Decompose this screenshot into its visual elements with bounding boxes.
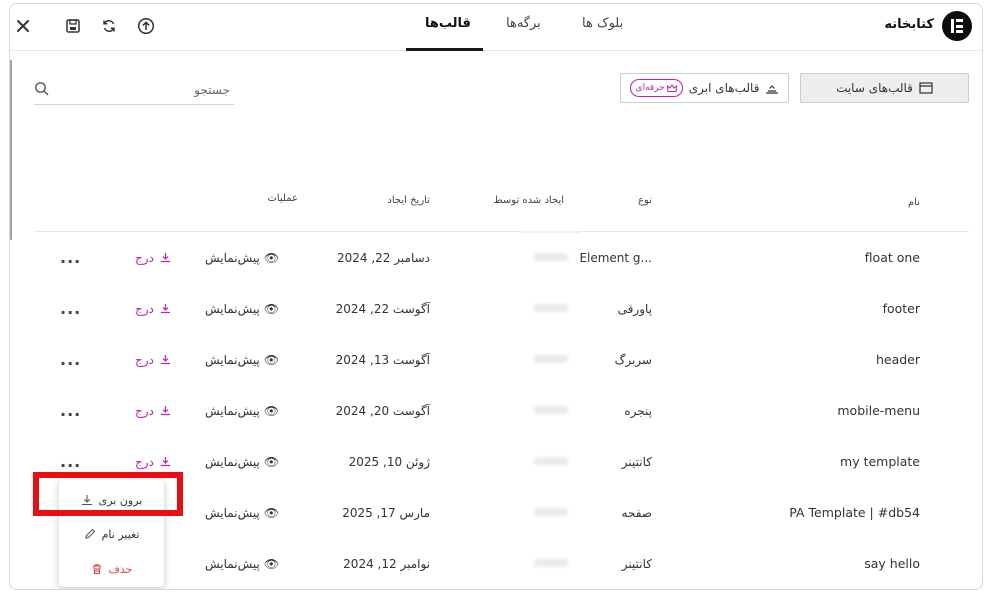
active-tab-indicator (406, 48, 483, 51)
column-header-type[interactable]: نوع (638, 195, 652, 206)
insert-button[interactable]: درج (135, 334, 171, 385)
template-name: my template (840, 454, 920, 469)
template-icon (919, 82, 933, 94)
preview-button[interactable]: پیش‌نمایش 👁 (205, 538, 279, 589)
more-options-button[interactable]: ... (60, 232, 81, 283)
author-blurred (534, 559, 568, 567)
download-icon (160, 406, 170, 416)
author-blurred (534, 253, 568, 261)
column-header-created-date[interactable]: تاریخ ایجاد (387, 195, 430, 206)
template-name: PA Template | #db54 (789, 505, 920, 520)
template-date: ژوئن 10, 2025 (348, 454, 430, 469)
tab-pages[interactable]: برگه‌ها (506, 16, 541, 31)
crown-icon (666, 83, 677, 92)
preview-button[interactable]: پیش‌نمایش 👁 (205, 487, 279, 538)
template-type: پنجره (624, 403, 652, 418)
template-name: say hello (864, 556, 920, 571)
column-header-created-by[interactable]: ایجاد شده توسط (493, 195, 564, 206)
table-row: float one Element g... دسامبر 22, 2024 پ… (10, 232, 982, 283)
more-options-button[interactable]: ... (60, 283, 81, 334)
site-templates-button[interactable]: قالب‌های سایت (800, 73, 969, 103)
eye-icon: 👁 (263, 250, 280, 265)
highlight-box (33, 472, 183, 516)
search-box (34, 76, 234, 105)
template-type: پاورقی (617, 301, 652, 316)
eye-icon: 👁 (263, 301, 280, 316)
template-date: مارس 17, 2025 (342, 505, 430, 520)
template-name: header (875, 352, 920, 367)
more-options-button[interactable]: ... (60, 385, 81, 436)
column-header-name[interactable]: نام (908, 197, 920, 208)
preview-button[interactable]: پیش‌نمایش 👁 (205, 334, 279, 385)
template-date: آگوست 22, 2024 (335, 301, 430, 316)
author-blurred (534, 406, 568, 414)
template-type: کانتینر (621, 454, 652, 469)
pro-badge: حرفه‌ای (629, 79, 683, 97)
template-type: سربرگ (614, 352, 652, 367)
pencil-icon (84, 528, 95, 539)
author-blurred (534, 457, 568, 465)
download-icon (160, 253, 170, 263)
menu-item-delete[interactable]: حذف (59, 554, 164, 584)
search-icon (35, 82, 49, 96)
template-date: آگوست 13, 2024 (335, 352, 430, 367)
search-input[interactable] (52, 80, 230, 100)
menu-item-rename[interactable]: تغییر نام (59, 519, 164, 549)
template-date: آگوست 20, 2024 (335, 403, 430, 418)
author-blurred (534, 355, 568, 363)
library-tabs: بلوک ها برگه‌ها قالب‌ها (10, 4, 982, 51)
template-type: Element g... (579, 250, 652, 265)
download-icon (160, 304, 170, 314)
template-type: صفحه (621, 505, 652, 520)
eye-icon: 👁 (263, 352, 280, 367)
eye-icon: 👁 (263, 505, 280, 520)
template-type: کانتینر (621, 556, 652, 571)
table-row: footer پاورقی آگوست 22, 2024 پیش‌نمایش 👁 … (10, 283, 982, 334)
preview-button[interactable]: پیش‌نمایش 👁 (205, 232, 279, 283)
column-header-actions: عملیات (267, 193, 298, 204)
eye-icon: 👁 (263, 556, 280, 571)
author-blurred (534, 508, 568, 516)
scrollbar[interactable] (10, 60, 12, 240)
insert-button[interactable]: درج (135, 232, 171, 283)
tab-templates[interactable]: قالب‌ها (425, 16, 471, 31)
library-title: کتابخانه (884, 17, 934, 32)
preview-button[interactable]: پیش‌نمایش 👁 (205, 436, 279, 487)
insert-button[interactable]: درج (135, 385, 171, 436)
library-header: بلوک ها برگه‌ها قالب‌ها کتابخانه (10, 4, 982, 51)
eye-icon: 👁 (263, 403, 280, 418)
template-name: mobile-menu (837, 403, 920, 418)
template-date: نوامبر 12, 2024 (343, 556, 430, 571)
table-row: header سربرگ آگوست 13, 2024 پیش‌نمایش 👁 د… (10, 334, 982, 385)
download-icon (160, 355, 170, 365)
eye-icon: 👁 (263, 454, 280, 469)
download-icon (160, 457, 170, 467)
preview-button[interactable]: پیش‌نمایش 👁 (205, 385, 279, 436)
cloud-upload-icon (766, 85, 779, 94)
table-row: mobile-menu پنجره آگوست 20, 2024 پیش‌نما… (10, 385, 982, 436)
template-date: دسامبر 22, 2024 (336, 250, 430, 265)
preview-button[interactable]: پیش‌نمایش 👁 (205, 283, 279, 334)
template-library-window: بلوک ها برگه‌ها قالب‌ها کتابخانه قالب‌ها… (9, 3, 983, 590)
template-name: footer (882, 301, 920, 316)
more-options-button[interactable]: ... (60, 334, 81, 385)
tab-blocks[interactable]: بلوک ها (582, 16, 623, 31)
trash-icon (92, 564, 101, 575)
author-blurred (534, 304, 568, 312)
cloud-templates-button[interactable]: حرفه‌ای قالب‌های ابری (620, 73, 789, 103)
template-name: float one (864, 250, 920, 265)
insert-button[interactable]: درج (135, 283, 171, 334)
elementor-logo-icon (942, 11, 972, 41)
